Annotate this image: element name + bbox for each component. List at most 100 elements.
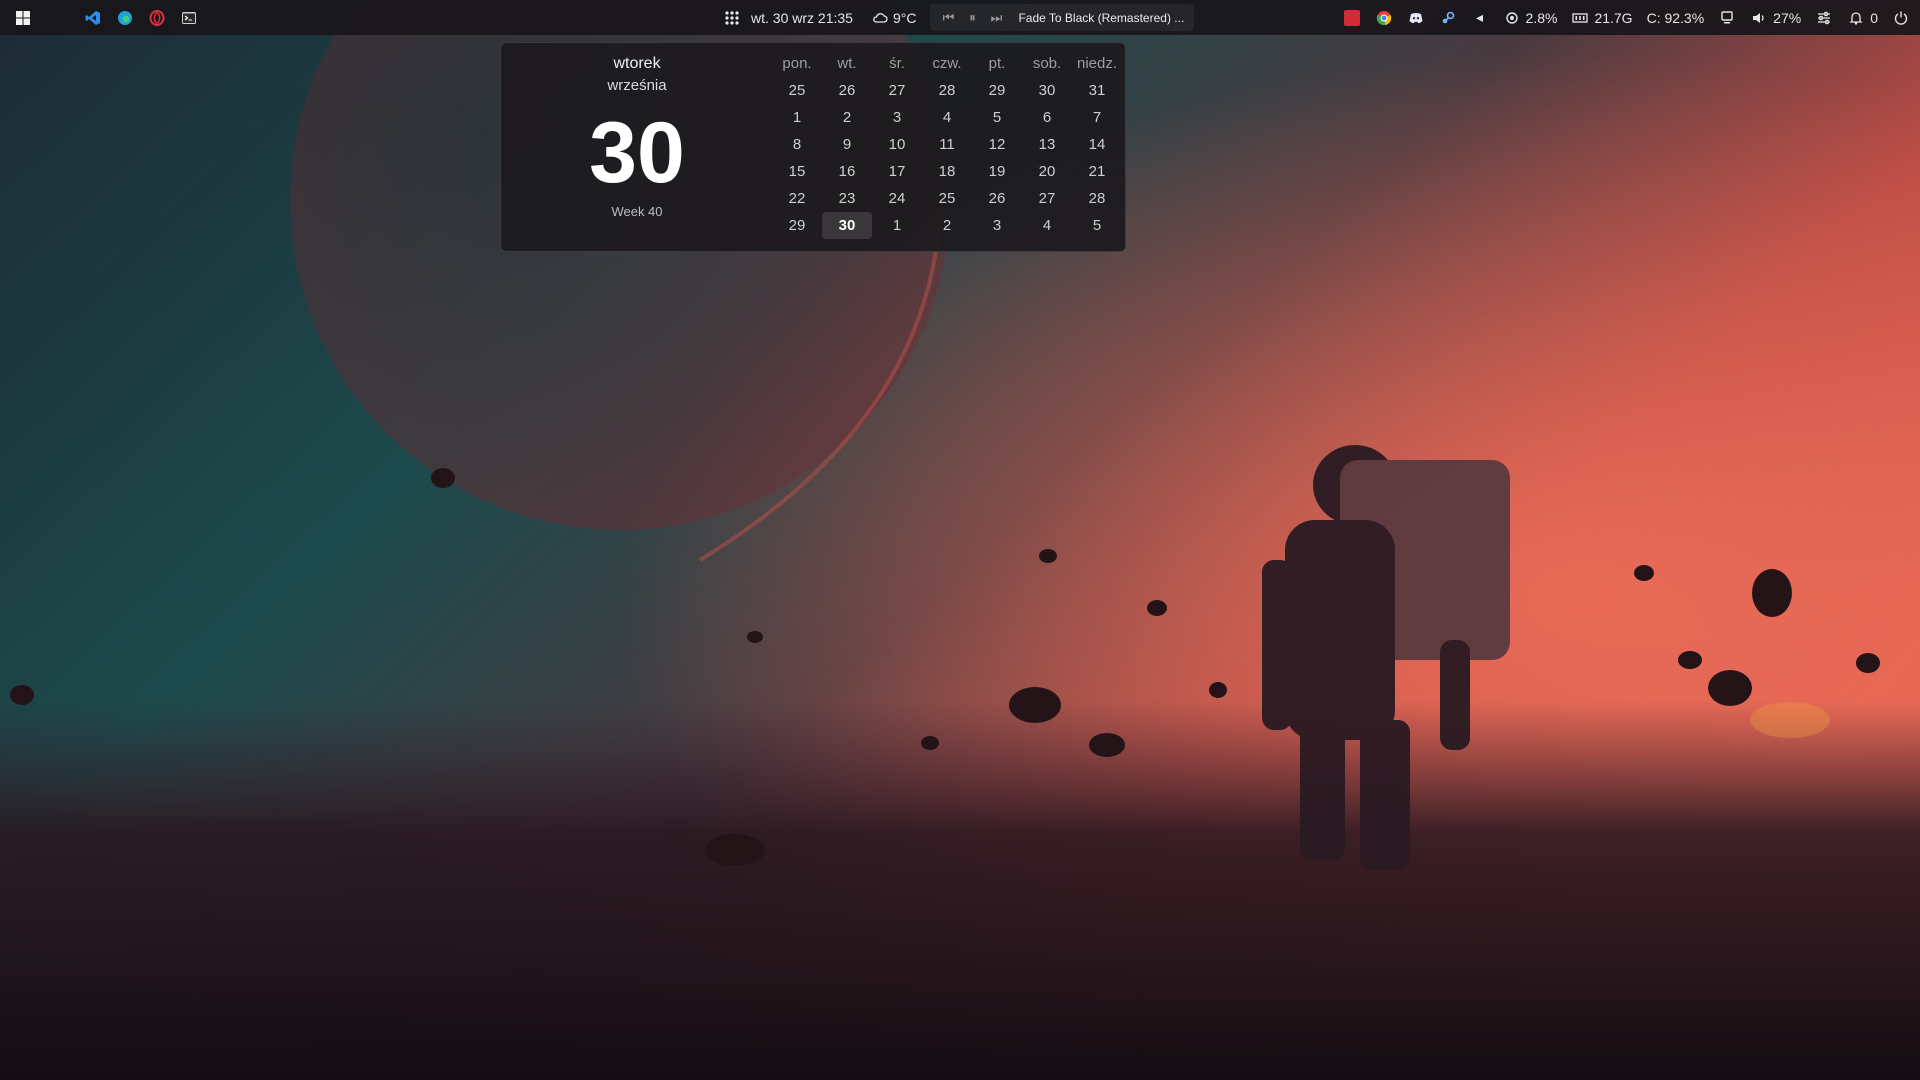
discord-icon[interactable]: [1407, 9, 1425, 27]
calendar-month-grid: pon. wt. śr. czw. pt. sob. niedz. 25 26 27 28 29 30…: [772, 51, 1122, 239]
calendar-week-number: Week 40: [611, 204, 663, 219]
calendar-day-number: 30: [589, 105, 685, 201]
calendar-day-cell[interactable]: 27: [1022, 185, 1072, 212]
play-pause-icon[interactable]: ⏸: [964, 10, 980, 26]
terminal-icon[interactable]: [180, 9, 198, 27]
calendar-day-cell[interactable]: 26: [972, 185, 1022, 212]
calendar-day-cell[interactable]: 20: [1022, 158, 1072, 185]
calendar-weekday-label: czw.: [932, 55, 962, 72]
calendar-week-row: 15 16 17 18 19 20 21: [772, 158, 1122, 185]
calendar-weekday-label: sob.: [1032, 55, 1062, 72]
calendar-popup: wtorek września 30 Week 40 pon. wt. śr. czw…: [500, 42, 1126, 252]
calendar-day-cell[interactable]: 31: [1072, 77, 1122, 104]
apps-grid-icon[interactable]: [723, 9, 741, 27]
calendar-day-cell[interactable]: 30: [1022, 77, 1072, 104]
disk-usage[interactable]: C: 92.3%: [1647, 10, 1705, 26]
taskbar: wt. 30 wrz 21:35 9°C ⏮ ⏸ ⏭ Fade To Black…: [0, 0, 1920, 35]
opera-icon[interactable]: [148, 9, 166, 27]
calendar-day-cell[interactable]: 29: [772, 212, 822, 239]
notifications[interactable]: 0: [1847, 9, 1878, 27]
vscode-icon[interactable]: [84, 9, 102, 27]
calendar-day-cell[interactable]: 16: [822, 158, 872, 185]
calendar-day-cell[interactable]: 14: [1072, 131, 1122, 158]
weather-widget[interactable]: 9°C: [871, 9, 917, 27]
calendar-day-cell[interactable]: 28: [922, 77, 972, 104]
calendar-day-cell[interactable]: 3: [972, 212, 1022, 239]
calendar-week-row: 22 23 24 25 26 27 28: [772, 185, 1122, 212]
taskbar-center: wt. 30 wrz 21:35 9°C ⏮ ⏸ ⏭ Fade To Black…: [723, 0, 1195, 35]
cpu-icon: [1503, 9, 1521, 27]
calendar-weekday-label: wt.: [837, 55, 857, 72]
calendar-day-cell[interactable]: 17: [872, 158, 922, 185]
calendar-day-cell[interactable]: 26: [822, 77, 872, 104]
calendar-week-row: 29 30 1 2 3 4 5: [772, 212, 1122, 239]
calendar-day-cell[interactable]: 27: [872, 77, 922, 104]
edge-icon[interactable]: [116, 9, 134, 27]
calendar-day-cell[interactable]: 15: [772, 158, 822, 185]
display-icon[interactable]: [1718, 9, 1736, 27]
calendar-day-cell[interactable]: 18: [922, 158, 972, 185]
cloud-icon: [871, 9, 889, 27]
calendar-day-cell[interactable]: 4: [1022, 212, 1072, 239]
settings-sliders-icon[interactable]: [1815, 9, 1833, 27]
calendar-day-cell[interactable]: 5: [972, 104, 1022, 131]
weather-temp: 9°C: [892, 9, 917, 26]
calendar-day-cell[interactable]: 3: [872, 104, 922, 131]
calendar-weekday-label: pon.: [782, 55, 812, 72]
memory-usage[interactable]: 21.7G: [1571, 9, 1633, 27]
media-widget: ⏮ ⏸ ⏭ Fade To Black (Remastered) ...: [930, 4, 1195, 31]
calendar-day-cell[interactable]: 22: [772, 185, 822, 212]
memory-icon: [1571, 9, 1589, 27]
calendar-weekday-label: śr.: [889, 55, 905, 72]
calendar-weekday-label: pt.: [988, 55, 1006, 72]
calendar-day-cell[interactable]: 9: [822, 131, 872, 158]
calendar-day-cell[interactable]: 21: [1072, 158, 1122, 185]
calendar-day-cell[interactable]: 30: [822, 212, 872, 239]
bell-icon: [1847, 9, 1865, 27]
red-app-icon[interactable]: [1343, 9, 1361, 27]
calendar-day-cell[interactable]: 10: [872, 131, 922, 158]
calendar-day-cell[interactable]: 5: [1072, 212, 1122, 239]
calendar-weekday-label: niedz.: [1076, 55, 1118, 72]
power-icon[interactable]: [1892, 9, 1910, 27]
previous-track-icon[interactable]: ⏮: [940, 10, 956, 26]
chrome-icon[interactable]: [1375, 9, 1393, 27]
calendar-day-cell[interactable]: 6: [1022, 104, 1072, 131]
next-track-icon[interactable]: ⏭: [988, 10, 1004, 26]
calendar-day-cell[interactable]: 25: [772, 77, 822, 104]
speaker-icon: [1750, 9, 1768, 27]
calendar-day-cell[interactable]: 19: [972, 158, 1022, 185]
calendar-weekday-header: pon. wt. śr. czw. pt. sob. niedz.: [772, 51, 1122, 77]
tray-expand-icon[interactable]: ◂: [1471, 9, 1489, 27]
calendar-day-cell[interactable]: 25: [922, 185, 972, 212]
calendar-day-cell[interactable]: 1: [772, 104, 822, 131]
calendar-day-cell[interactable]: 4: [922, 104, 972, 131]
calendar-week-row: 8 9 10 11 12 13 14: [772, 131, 1122, 158]
calendar-day-cell[interactable]: 24: [872, 185, 922, 212]
volume-control[interactable]: 27%: [1750, 9, 1801, 27]
calendar-week-row: 1234567: [772, 104, 1122, 131]
calendar-day-cell[interactable]: 7: [1072, 104, 1122, 131]
calendar-day-name: wtorek: [613, 55, 661, 72]
windows-start-icon[interactable]: [14, 9, 32, 27]
calendar-day-cell[interactable]: 29: [972, 77, 1022, 104]
calendar-day-cell[interactable]: 28: [1072, 185, 1122, 212]
steam-icon[interactable]: [1439, 9, 1457, 27]
cpu-usage[interactable]: 2.8%: [1503, 9, 1557, 27]
calendar-month-name: września: [607, 77, 667, 94]
taskbar-left: [14, 0, 198, 35]
calendar-weeks: 25 26 27 28 29 30 31 1 2 3 4 5 6 7 8 9 10 11 12 13 14 15 16 17 1…: [772, 77, 1122, 239]
calendar-day-cell[interactable]: 2: [822, 104, 872, 131]
calendar-day-cell[interactable]: 8: [772, 131, 822, 158]
calendar-day-cell[interactable]: 13: [1022, 131, 1072, 158]
calendar-day-cell[interactable]: 11: [922, 131, 972, 158]
media-title[interactable]: Fade To Black (Remastered) ...: [1018, 11, 1184, 25]
calendar-week-row: 25 26 27 28 29 30 31: [772, 77, 1122, 104]
calendar-day-cell[interactable]: 1: [872, 212, 922, 239]
calendar-today-panel: wtorek września 30 Week 40: [501, 43, 773, 253]
taskbar-tray: ◂ 2.8% 21.7G C: 92.3% 27% 0: [1343, 0, 1910, 35]
calendar-day-cell[interactable]: 12: [972, 131, 1022, 158]
clock[interactable]: wt. 30 wrz 21:35: [751, 10, 853, 26]
calendar-day-cell[interactable]: 2: [922, 212, 972, 239]
calendar-day-cell[interactable]: 23: [822, 185, 872, 212]
